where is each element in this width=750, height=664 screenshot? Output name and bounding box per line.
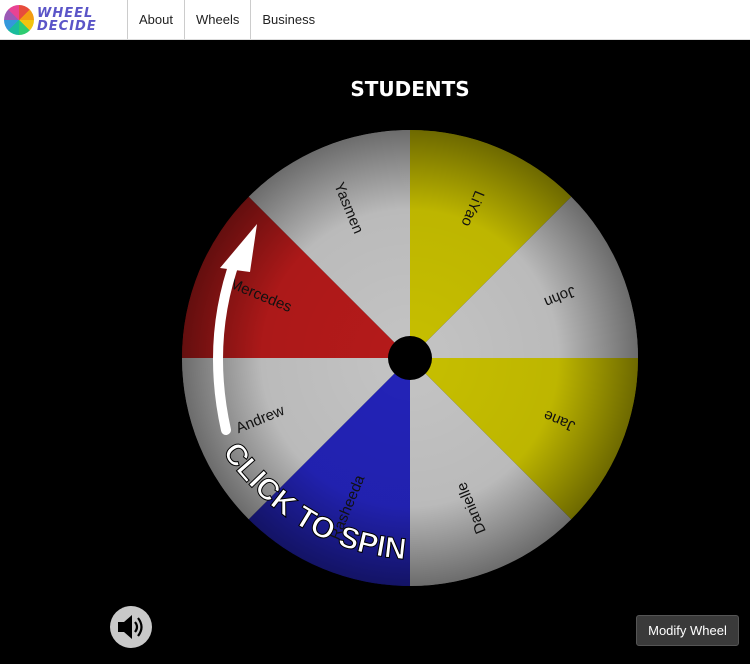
wheel-hub <box>388 336 432 380</box>
sound-toggle-button[interactable] <box>110 606 152 648</box>
speaker-icon <box>118 615 143 639</box>
modify-wheel-button[interactable]: Modify Wheel <box>636 615 739 646</box>
spin-wheel[interactable]: LiYaoJohnJaneDanielleRasheedaAndrewMerce… <box>0 0 750 664</box>
